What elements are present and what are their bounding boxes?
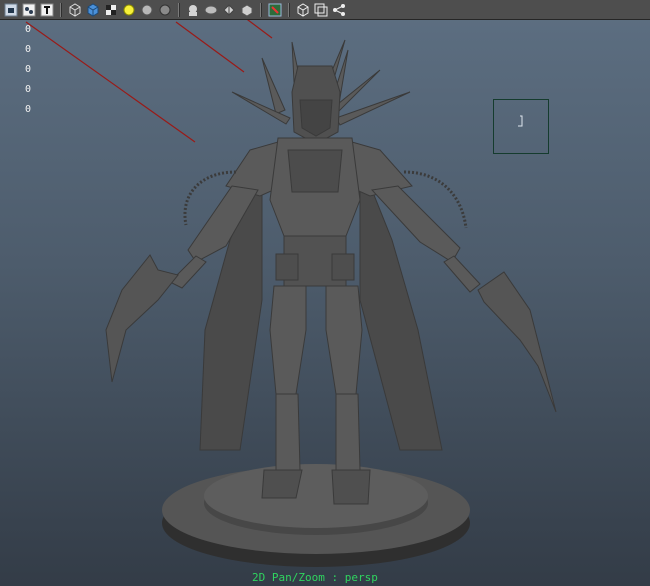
- safe-action-icon[interactable]: [331, 2, 347, 18]
- readout-value: 0: [24, 104, 32, 115]
- camera-attributes-icon[interactable]: [21, 2, 37, 18]
- viewport-toolbar: [0, 0, 650, 20]
- select-camera-icon[interactable]: [3, 2, 19, 18]
- locator-glyph: [518, 115, 523, 127]
- viewport-status-label: 2D Pan/Zoom : persp: [252, 571, 378, 584]
- resolution-gate-icon[interactable]: [267, 2, 283, 18]
- toolbar-separator: [288, 2, 290, 17]
- scene-canvas[interactable]: [0, 0, 650, 586]
- default-light-icon[interactable]: [121, 2, 137, 18]
- wireframe-icon[interactable]: [67, 2, 83, 18]
- backface-icon[interactable]: [221, 2, 237, 18]
- toolbar-separator: [60, 2, 62, 17]
- ambient-occlusion-icon[interactable]: [157, 2, 173, 18]
- bounding-box-icon[interactable]: [295, 2, 311, 18]
- model-base[interactable]: [162, 464, 470, 567]
- perspective-viewport[interactable]: 0 0 0 0 0 2D Pan/Zoom : persp: [0, 0, 650, 586]
- heads-up-readouts: 0 0 0 0 0: [20, 20, 36, 120]
- field-chart-icon[interactable]: [313, 2, 329, 18]
- smooth-shade-icon[interactable]: [85, 2, 101, 18]
- readout-value: 0: [24, 44, 32, 55]
- toolbar-separator: [178, 2, 180, 17]
- readout-value: 0: [24, 24, 32, 35]
- readout-value: 0: [24, 64, 32, 75]
- shadows-icon[interactable]: [139, 2, 155, 18]
- readout-value: 0: [24, 84, 32, 95]
- textured-icon[interactable]: [103, 2, 119, 18]
- grid-icon[interactable]: [239, 2, 255, 18]
- text-icon[interactable]: [39, 2, 55, 18]
- xray-icon[interactable]: [185, 2, 201, 18]
- isolate-select-icon[interactable]: [203, 2, 219, 18]
- character-model[interactable]: [105, 39, 557, 505]
- helper-locator[interactable]: [493, 99, 549, 154]
- toolbar-separator: [260, 2, 262, 17]
- red-guide-lines: [25, 13, 273, 143]
